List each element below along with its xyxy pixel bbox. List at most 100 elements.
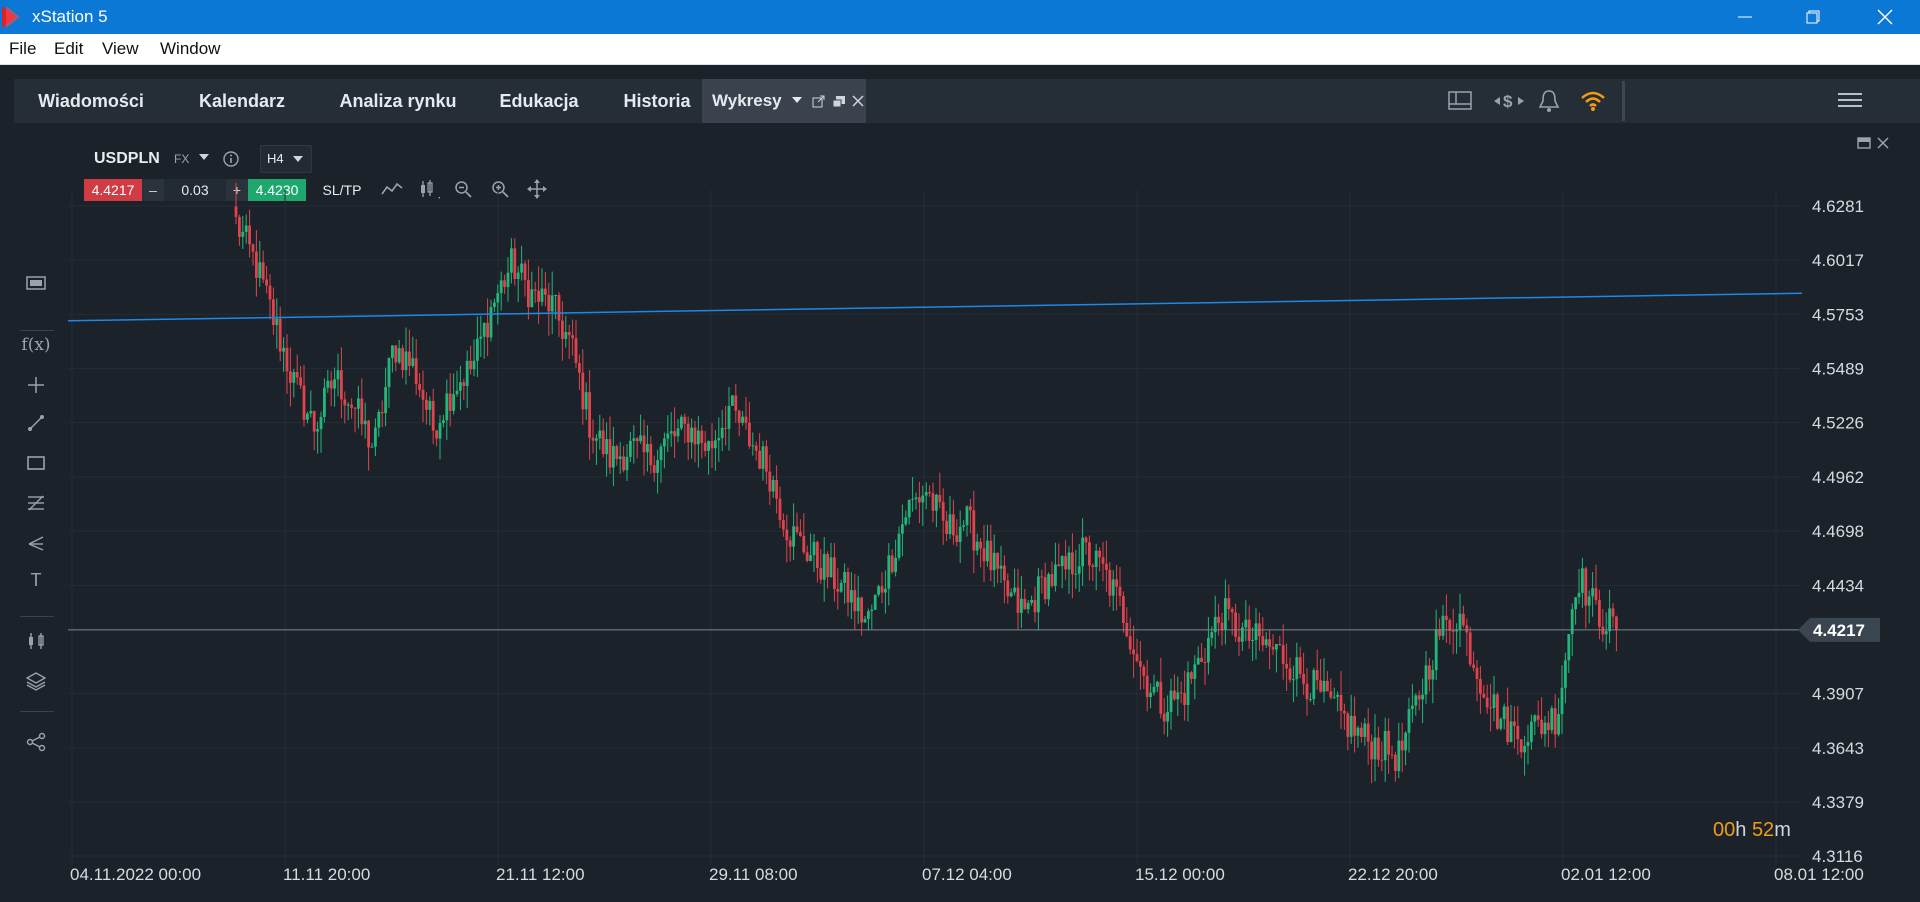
candle-body xyxy=(255,251,258,278)
candle-body xyxy=(1040,576,1044,578)
candle-body xyxy=(1581,568,1584,593)
candle-body xyxy=(788,540,792,547)
candle-body xyxy=(1060,556,1064,567)
candle-body xyxy=(357,398,360,409)
candle-body xyxy=(863,619,867,623)
candle-body xyxy=(285,347,289,372)
candle-body xyxy=(1292,679,1295,681)
candle-body xyxy=(693,427,697,445)
candle-body xyxy=(1081,537,1084,567)
candle-body xyxy=(1071,552,1074,575)
candle-body xyxy=(622,456,625,471)
candle-body xyxy=(1428,665,1431,680)
candle-body xyxy=(1067,552,1071,570)
candle-body xyxy=(938,494,942,503)
candle-body xyxy=(778,498,782,521)
candle-body xyxy=(969,506,972,511)
candle-body xyxy=(1424,665,1428,695)
candle-body xyxy=(326,380,330,388)
candle-body xyxy=(683,416,687,424)
candle-body xyxy=(1227,598,1231,609)
candle-body xyxy=(476,338,479,361)
trendline xyxy=(67,292,1803,322)
candle-body xyxy=(1353,715,1356,736)
x-tick-label: 29.11 08:00 xyxy=(709,865,798,884)
candle-body xyxy=(513,248,517,279)
candle-body xyxy=(839,582,843,592)
candle-body xyxy=(241,231,245,237)
candle-body xyxy=(1210,632,1214,638)
x-tick-label: 11.11 20:00 xyxy=(283,865,370,884)
candle-body xyxy=(571,335,574,339)
candle-body xyxy=(404,351,408,371)
candle-body xyxy=(914,497,918,500)
candle-body xyxy=(1108,569,1112,596)
y-tick-label: 4.5753 xyxy=(1812,305,1864,324)
candle-body xyxy=(1356,727,1360,736)
candle-body xyxy=(676,428,680,437)
candle-body xyxy=(598,430,602,439)
candle-body xyxy=(289,371,292,383)
candle-body xyxy=(547,294,551,312)
candle-body xyxy=(275,318,279,325)
candle-body xyxy=(799,532,802,536)
candle-body xyxy=(952,514,955,536)
candle-body xyxy=(442,420,445,424)
candle-body xyxy=(438,423,442,439)
candle-body xyxy=(618,456,622,459)
candle-body xyxy=(564,331,568,339)
candle-body xyxy=(1394,754,1397,771)
candle-body xyxy=(955,535,959,542)
candle-body xyxy=(336,370,340,380)
bar-countdown: 00h 52m xyxy=(1713,819,1791,842)
candle-body xyxy=(1506,706,1509,742)
candle-body xyxy=(700,430,704,443)
countdown-hours-unit: h xyxy=(1735,819,1747,841)
candle-body xyxy=(765,446,768,472)
candle-body xyxy=(1343,710,1346,714)
candle-body xyxy=(867,611,870,620)
candle-body xyxy=(697,430,700,445)
candle-body xyxy=(894,557,897,573)
candle-body xyxy=(1084,537,1088,543)
candle-body xyxy=(612,446,615,468)
candle-body xyxy=(890,555,894,573)
candle-body xyxy=(472,360,476,370)
candle-body xyxy=(394,345,398,363)
candle-body xyxy=(588,392,591,438)
candle-body xyxy=(1098,550,1101,558)
candle-body xyxy=(758,450,761,469)
candle-body xyxy=(1196,657,1200,665)
price-chart[interactable]: 4.4217 4.6281 4.6017 4.5753 4.5489 4.5226 4.4… xyxy=(0,0,1920,902)
candle-body xyxy=(921,495,925,503)
y-tick-label: 4.4962 xyxy=(1812,468,1864,487)
candle-body xyxy=(486,322,489,338)
candle-body xyxy=(843,571,846,583)
candle-body xyxy=(1142,666,1146,676)
candle-body xyxy=(261,262,265,280)
candle-body xyxy=(1380,759,1384,761)
candle-body xyxy=(1587,596,1591,606)
candle-body xyxy=(1193,664,1197,679)
candle-body xyxy=(537,290,540,302)
candle-body xyxy=(996,552,999,569)
candle-body xyxy=(1326,680,1329,692)
candle-body xyxy=(1264,639,1268,646)
candle-body xyxy=(550,295,554,312)
candle-body xyxy=(1499,718,1503,729)
candle-body xyxy=(809,555,812,561)
candle-body xyxy=(727,405,731,429)
candle-body xyxy=(1268,639,1271,647)
candle-body xyxy=(1431,670,1435,680)
candle-body xyxy=(710,440,714,449)
candle-body xyxy=(1217,616,1220,623)
candle-body xyxy=(1411,705,1414,710)
candle-body xyxy=(506,272,510,287)
candle-body xyxy=(248,225,251,245)
candle-body xyxy=(1288,668,1292,680)
candle-body xyxy=(384,387,387,414)
candle-body xyxy=(666,433,670,439)
candle-body xyxy=(887,555,891,589)
candle-body xyxy=(635,438,639,442)
candle-body xyxy=(411,358,415,366)
